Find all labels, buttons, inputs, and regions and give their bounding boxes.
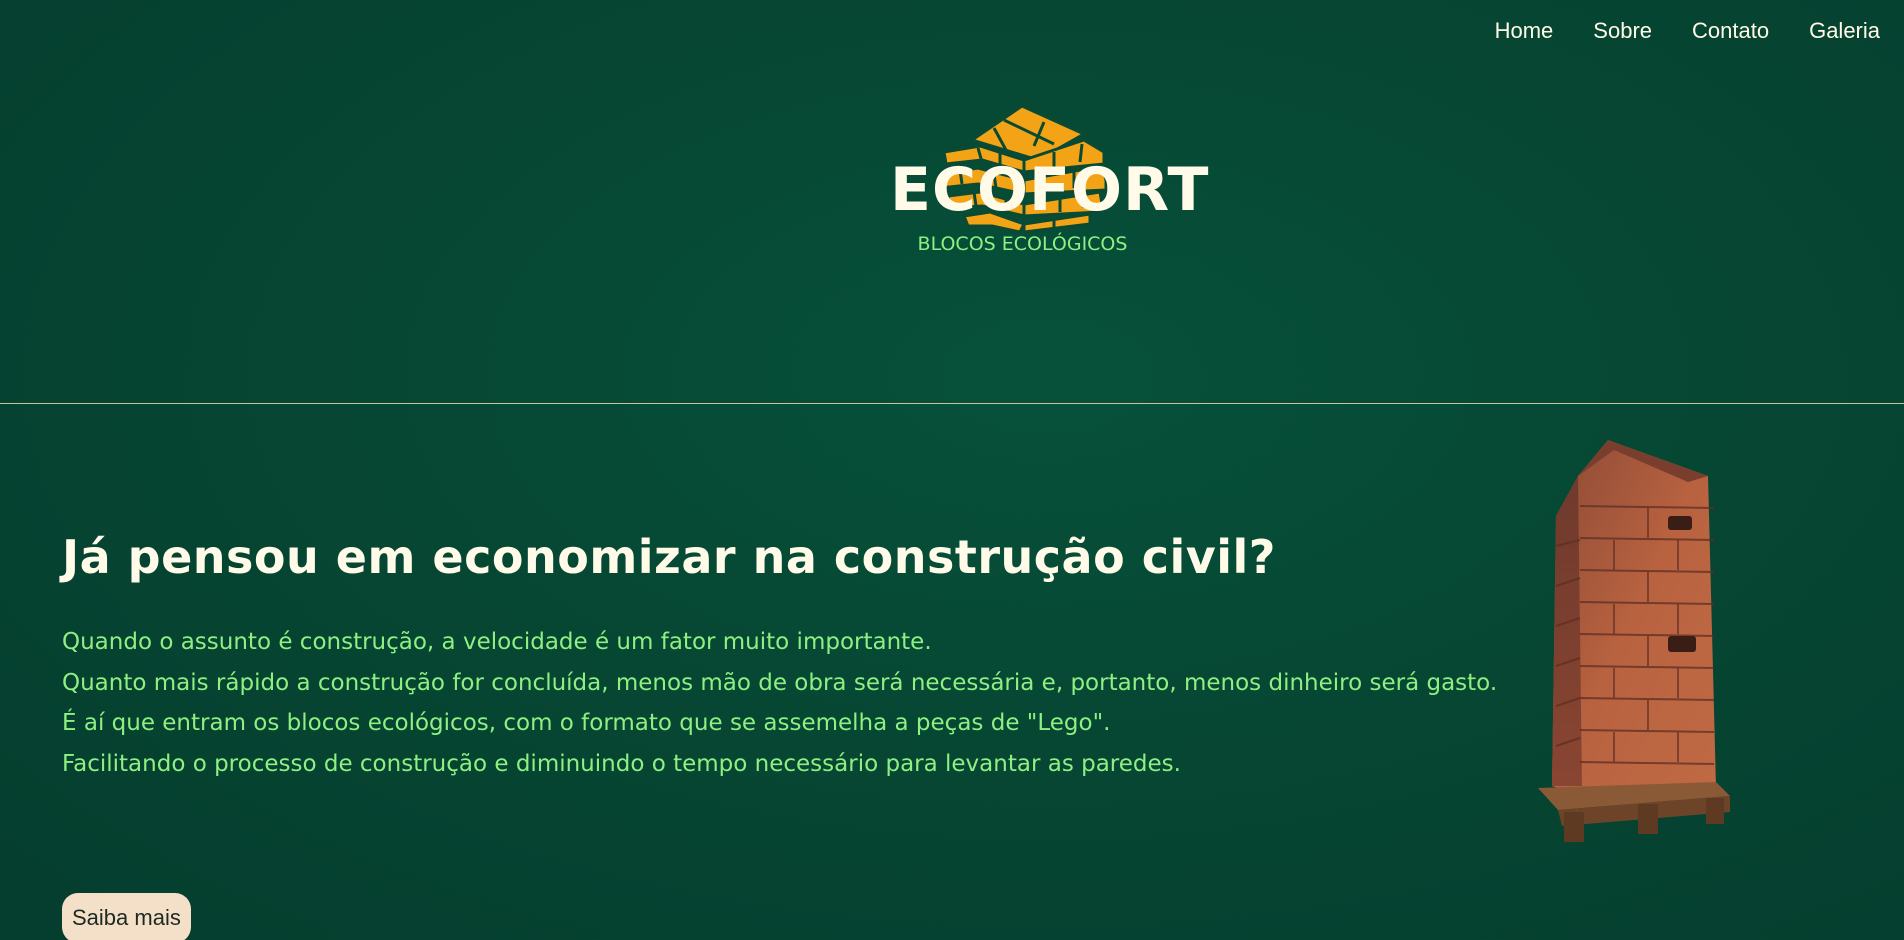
top-navigation: Home Sobre Contato Galeria xyxy=(1495,0,1904,62)
brand-name: ECOFORT xyxy=(890,155,1210,225)
hero-headline: Já pensou em economizar na construção ci… xyxy=(62,530,1276,584)
saiba-mais-button[interactable]: Saiba mais xyxy=(62,893,191,940)
nav-contato-link[interactable]: Contato xyxy=(1692,18,1769,44)
hero-paragraph: Facilitando o processo de construção e d… xyxy=(62,750,1181,777)
nav-galeria-link[interactable]: Galeria xyxy=(1809,18,1880,44)
header-divider xyxy=(0,403,1904,404)
brand-subtitle: BLOCOS ECOLÓGICOS xyxy=(917,233,1128,255)
hero-paragraph: Quando o assunto é construção, a velocid… xyxy=(62,629,932,655)
brick-pallet-image xyxy=(1538,440,1730,842)
hero-paragraph: Quanto mais rápido a construção for conc… xyxy=(62,669,1498,696)
hero-paragraph: É aí que entram os blocos ecológicos, co… xyxy=(62,710,1111,736)
nav-home-link[interactable]: Home xyxy=(1495,18,1554,44)
hero-description: Quando o assunto é construção, a velocid… xyxy=(62,622,1498,784)
nav-sobre-link[interactable]: Sobre xyxy=(1593,18,1652,44)
